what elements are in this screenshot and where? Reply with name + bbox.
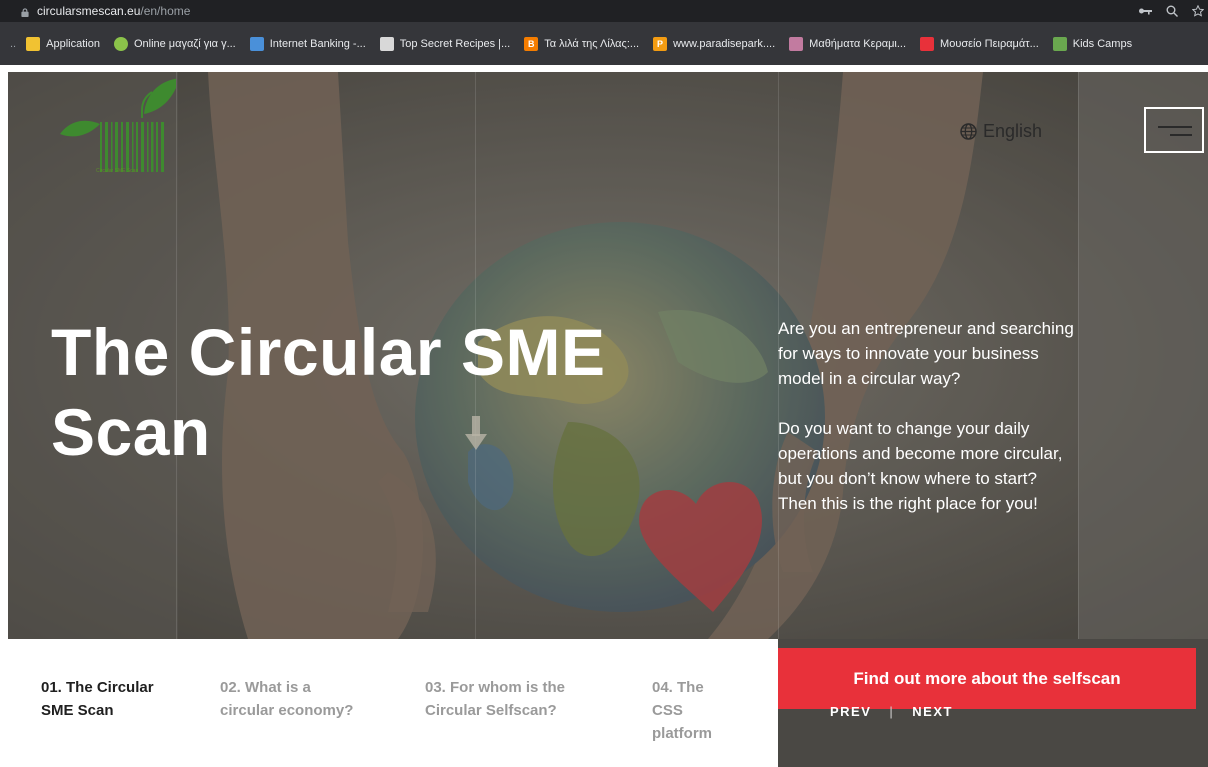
menu-button[interactable]: [1144, 107, 1204, 153]
circular-sme-scan-logo[interactable]: [56, 74, 176, 178]
language-label: English: [983, 121, 1043, 141]
camp-icon: [1052, 36, 1067, 51]
bookmark-ceramics[interactable]: Μαθήματα Κεραμι...: [789, 36, 906, 51]
bookmark-application[interactable]: Application: [26, 36, 100, 51]
bookmark-lila-blog[interactable]: B Τα λιλά της Λίλας:...: [524, 36, 639, 51]
find-out-more-button[interactable]: Find out more about the selfscan: [778, 648, 1196, 709]
intro-paragraph-1: Are you an entrepreneur and searching fo…: [778, 319, 1074, 388]
bookmark-museum[interactable]: Μουσείο Πειραμάτ...: [920, 36, 1039, 51]
url-path: /en/home: [140, 4, 191, 18]
bookmark-kids-camps[interactable]: Kids Camps: [1052, 36, 1132, 51]
recipes-icon: [379, 36, 394, 51]
step-01[interactable]: 01. The Circular SME Scan: [41, 676, 171, 722]
hamburger-icon-bar: [1158, 126, 1192, 128]
next-button[interactable]: NEXT: [912, 704, 953, 719]
leaf-logo-icon: [113, 36, 128, 51]
blogger-icon: B: [524, 36, 539, 51]
arrow-down-icon[interactable]: [465, 416, 487, 450]
p-icon: P: [653, 36, 668, 51]
language-selector[interactable]: English: [960, 121, 1042, 142]
page-title: The Circular SME Scan: [51, 315, 606, 469]
museum-icon: [920, 36, 935, 51]
bookmark-top-secret-recipes[interactable]: Top Secret Recipes |...: [379, 36, 510, 51]
browser-url-bar[interactable]: circularsmescan.eu/en/home: [0, 0, 1208, 22]
url-host: circularsmescan.eu: [37, 4, 141, 18]
star-icon[interactable]: [1192, 5, 1204, 17]
bank-icon: [249, 36, 264, 51]
step-03[interactable]: 03. For whom is the Circular Selfscan?: [425, 676, 600, 722]
logo-text: Circular SME Scan: [96, 168, 139, 174]
bookmarks-bar: .. Application Online μαγαζί για γ... In…: [0, 22, 1208, 65]
pager: PREV | NEXT: [830, 704, 953, 719]
hero-section: Circular SME Scan English The Circular S…: [8, 72, 1208, 639]
ceramics-icon: [789, 36, 804, 51]
steps-nav: 01. The Circular SME Scan 02. What is a …: [0, 639, 778, 767]
step-04[interactable]: 04. The CSS platform: [652, 676, 732, 745]
grid-line: [1078, 72, 1079, 639]
bookmark-paradisepark[interactable]: Pwww.paradisepark....: [653, 36, 775, 51]
bookmark-internet-banking[interactable]: Internet Banking -...: [249, 36, 366, 51]
bookmarks-overflow[interactable]: ..: [10, 38, 16, 50]
key-icon[interactable]: [1138, 6, 1152, 16]
prev-button[interactable]: PREV: [830, 704, 871, 719]
pager-separator: |: [889, 704, 895, 719]
step-02[interactable]: 02. What is a circular economy?: [220, 676, 360, 722]
bookmark-online-shop[interactable]: Online μαγαζί για γ...: [113, 36, 236, 51]
hamburger-icon-bar: [1170, 134, 1192, 136]
map-icon: [26, 36, 41, 51]
intro-paragraph-2: Do you want to change your daily operati…: [778, 419, 1063, 513]
globe-icon: [960, 123, 977, 140]
intro-text: Are you an entrepreneur and searching fo…: [778, 316, 1078, 541]
zoom-icon[interactable]: [1166, 5, 1178, 17]
lock-icon: [21, 7, 29, 17]
